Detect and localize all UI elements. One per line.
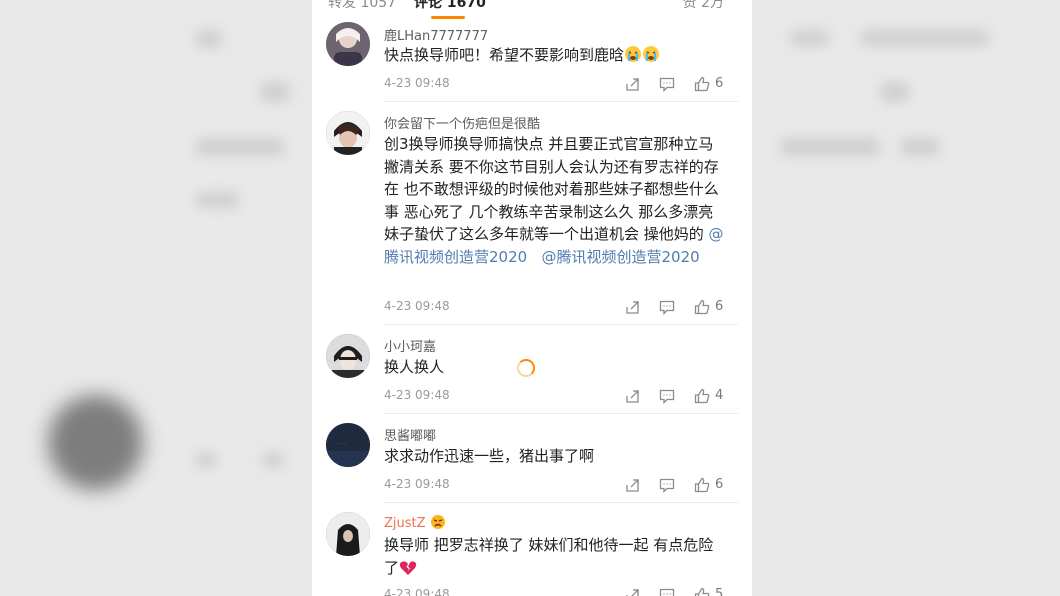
comment-username[interactable]: 思酱嘟嘟 (384, 425, 436, 444)
active-tab-indicator (431, 16, 465, 19)
comment-icon (659, 77, 675, 92)
reply-button[interactable] (657, 585, 677, 596)
thumbs-up-icon (694, 388, 710, 404)
comment-text: 快点换导师吧！希望不要影响到鹿晗 (384, 44, 724, 70)
share-icon (625, 389, 639, 403)
avatar[interactable] (326, 334, 370, 378)
comments-panel: 转发 1057 评论 1670 赞 2万 鹿LHan7777777 快点换导师吧… (312, 0, 752, 596)
broken-heart-icon (399, 560, 417, 583)
divider (384, 502, 738, 503)
reply-button[interactable] (657, 297, 677, 317)
divider (384, 324, 738, 325)
share-button[interactable] (622, 74, 642, 94)
loading-spinner-icon (517, 359, 535, 377)
avatar[interactable] (326, 111, 370, 155)
reply-button[interactable] (657, 74, 677, 94)
crying-face-icon (624, 45, 642, 70)
tab-repost[interactable]: 转发 1057 (328, 0, 396, 12)
tab-likes[interactable]: 赞 2万 (683, 0, 724, 12)
mention-link[interactable]: @腾讯视频创造营2020 (542, 248, 700, 266)
comment-text: 创3换导师换导师搞快点 并且要正式官宣那种立马撇清关系 要不你这节目别人会认为还… (384, 135, 724, 266)
share-icon (625, 300, 639, 314)
comment-username[interactable]: ZjustZ (384, 514, 446, 534)
like-button[interactable] (692, 386, 712, 406)
like-count: 6 (715, 477, 724, 492)
thumbs-up-icon (694, 587, 710, 596)
avatar[interactable] (326, 22, 370, 66)
comment-username[interactable]: 你会留下一个伤疤但是很酷 (384, 113, 540, 132)
avatar[interactable]: · · · (326, 423, 370, 467)
reply-button[interactable] (657, 386, 677, 406)
comment-username[interactable]: 鹿LHan7777777 (384, 25, 488, 44)
like-button[interactable] (692, 585, 712, 596)
comment-text: 换导师 把罗志祥换了 妹妹们和他待一起 有点危险了 (384, 534, 724, 582)
like-count: 6 (715, 299, 724, 314)
share-icon (625, 77, 639, 91)
like-button[interactable] (692, 297, 712, 317)
comment-icon (659, 300, 675, 315)
comment-timestamp: 4-23 09:48 (384, 587, 450, 596)
reply-button[interactable] (657, 475, 677, 495)
comment-text: 求求动作迅速一些，猪出事了啊 (384, 447, 595, 465)
share-button[interactable] (622, 475, 642, 495)
comment-icon (659, 389, 675, 404)
divider (384, 413, 738, 414)
angry-face-icon (430, 514, 446, 534)
comment-timestamp: 4-23 09:48 (384, 76, 450, 90)
like-count: 5 (715, 587, 724, 596)
like-button[interactable] (692, 475, 712, 495)
share-button[interactable] (622, 585, 642, 596)
avatar[interactable] (326, 512, 370, 556)
comment-timestamp: 4-23 09:48 (384, 299, 450, 313)
tab-comments[interactable]: 评论 1670 (414, 0, 486, 12)
like-button[interactable] (692, 74, 712, 94)
thumbs-up-icon (694, 76, 710, 92)
share-button[interactable] (622, 297, 642, 317)
like-count: 6 (715, 76, 724, 91)
like-count: 4 (715, 388, 724, 403)
comment-timestamp: 4-23 09:48 (384, 477, 450, 491)
tab-bar: 转发 1057 评论 1670 赞 2万 (312, 0, 752, 18)
share-icon (625, 478, 639, 492)
divider (384, 101, 738, 102)
crying-face-icon (642, 45, 660, 70)
comment-icon (659, 588, 675, 596)
thumbs-up-icon (694, 299, 710, 315)
share-button[interactable] (622, 386, 642, 406)
comment-username[interactable]: 小小珂嘉 (384, 336, 436, 355)
svg-text:· · ·: · · · (338, 441, 346, 447)
comment-icon (659, 478, 675, 493)
share-icon (625, 588, 639, 596)
comment-text: 换人换人 (384, 358, 445, 376)
thumbs-up-icon (694, 477, 710, 493)
comment-timestamp: 4-23 09:48 (384, 388, 450, 402)
